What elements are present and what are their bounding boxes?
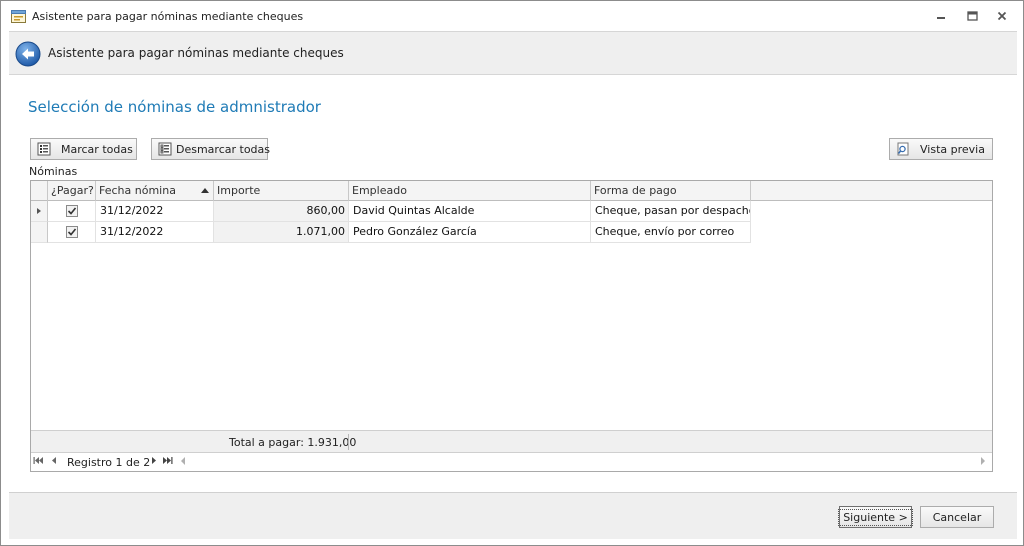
payment-method-cell[interactable]: Cheque, envío por correo [591,222,751,243]
title-bar[interactable]: Asistente para pagar nóminas mediante ch… [1,1,1023,31]
pay-cell[interactable] [48,201,96,222]
date-cell[interactable]: 31/12/2022 [96,201,214,222]
record-position: Registro 1 de 2 [67,456,151,469]
select-all-label: Marcar todas [61,142,133,156]
employee-cell[interactable]: David Quintas Alcalde [349,201,591,222]
wizard-header: Asistente para pagar nóminas mediante ch… [9,31,1017,75]
deselect-all-button[interactable]: Desmarcar todas [151,138,271,160]
print-preview-button[interactable]: Vista previa [889,138,993,160]
row-indicator-header [31,181,48,201]
close-button[interactable] [994,9,1010,23]
checkbox-checked[interactable] [66,226,78,238]
current-row-icon [37,208,41,214]
checkbox-checked[interactable] [66,205,78,217]
column-header-pay[interactable]: ¿Pagar? [48,181,96,201]
next-record-button[interactable] [149,456,159,467]
amount-cell[interactable]: 1.071,00 [214,222,349,243]
close-icon [997,11,1007,21]
checklist-icon [37,142,51,156]
previous-icon [52,457,56,464]
maximize-button[interactable] [964,9,980,23]
total-to-pay: Total a pagar: 1.931,00 [229,436,357,449]
select-all-button[interactable]: Marcar todas [30,138,137,160]
date-cell[interactable]: 31/12/2022 [96,222,214,243]
print-preview-label: Vista previa [920,142,985,156]
column-header-date-label: Fecha nómina [99,184,176,197]
row-indicator[interactable] [31,222,48,243]
table-row[interactable]: 31/12/2022 860,00 David Quintas Alcalde … [31,201,751,222]
pay-cell[interactable] [48,222,96,243]
app-window-icon [11,10,26,23]
employee-cell[interactable]: Pedro González García [349,222,591,243]
footer-divider [348,434,349,450]
first-icon [33,457,43,464]
cancel-button-label: Cancelar [932,510,982,524]
minimize-button[interactable] [933,9,949,23]
wizard-window: Asistente para pagar nóminas mediante ch… [0,0,1024,546]
payment-method-cell[interactable]: Cheque, pasan por despacho [591,201,751,222]
window-title: Asistente para pagar nóminas mediante ch… [32,10,304,23]
payroll-grid: ¿Pagar? Fecha nómina Importe Empleado Fo… [30,180,993,472]
scroll-left-arrow[interactable] [181,457,185,465]
column-header-date[interactable]: Fecha nómina [96,181,214,201]
amount-cell[interactable]: 860,00 [214,201,349,222]
magnifier-document-icon [897,142,909,156]
column-header-amount[interactable]: Importe [214,181,349,201]
column-header-employee[interactable]: Empleado [349,181,591,201]
grid-header: ¿Pagar? Fecha nómina Importe Empleado Fo… [31,181,992,201]
last-icon [163,457,173,464]
last-record-button[interactable] [163,456,173,467]
record-navigator: Registro 1 de 2 [31,453,992,471]
deselect-all-label: Desmarcar todas [176,142,271,156]
previous-record-button[interactable] [49,456,59,467]
wizard-header-title: Asistente para pagar nóminas mediante ch… [48,46,344,60]
grid-summary-footer: Total a pagar: 1.931,00 [31,430,992,453]
row-indicator[interactable] [31,201,48,222]
page-title: Selección de nóminas de admnistrador [28,98,321,116]
grid-caption: Nóminas [29,165,78,178]
scroll-right-arrow[interactable] [981,457,985,465]
next-button[interactable]: Siguiente > [838,506,913,528]
next-icon [152,457,156,464]
checklist-icon [158,142,172,156]
column-header-payment-method[interactable]: Forma de pago [591,181,751,201]
back-arrow-icon[interactable] [15,41,41,67]
restore-icon [966,11,978,21]
first-record-button[interactable] [33,456,43,467]
cancel-button[interactable]: Cancelar [920,506,994,528]
minimize-icon [937,17,945,19]
table-row[interactable]: 31/12/2022 1.071,00 Pedro González Garcí… [31,222,751,243]
sort-ascending-icon [201,188,209,193]
next-button-label: Siguiente > [838,508,913,526]
